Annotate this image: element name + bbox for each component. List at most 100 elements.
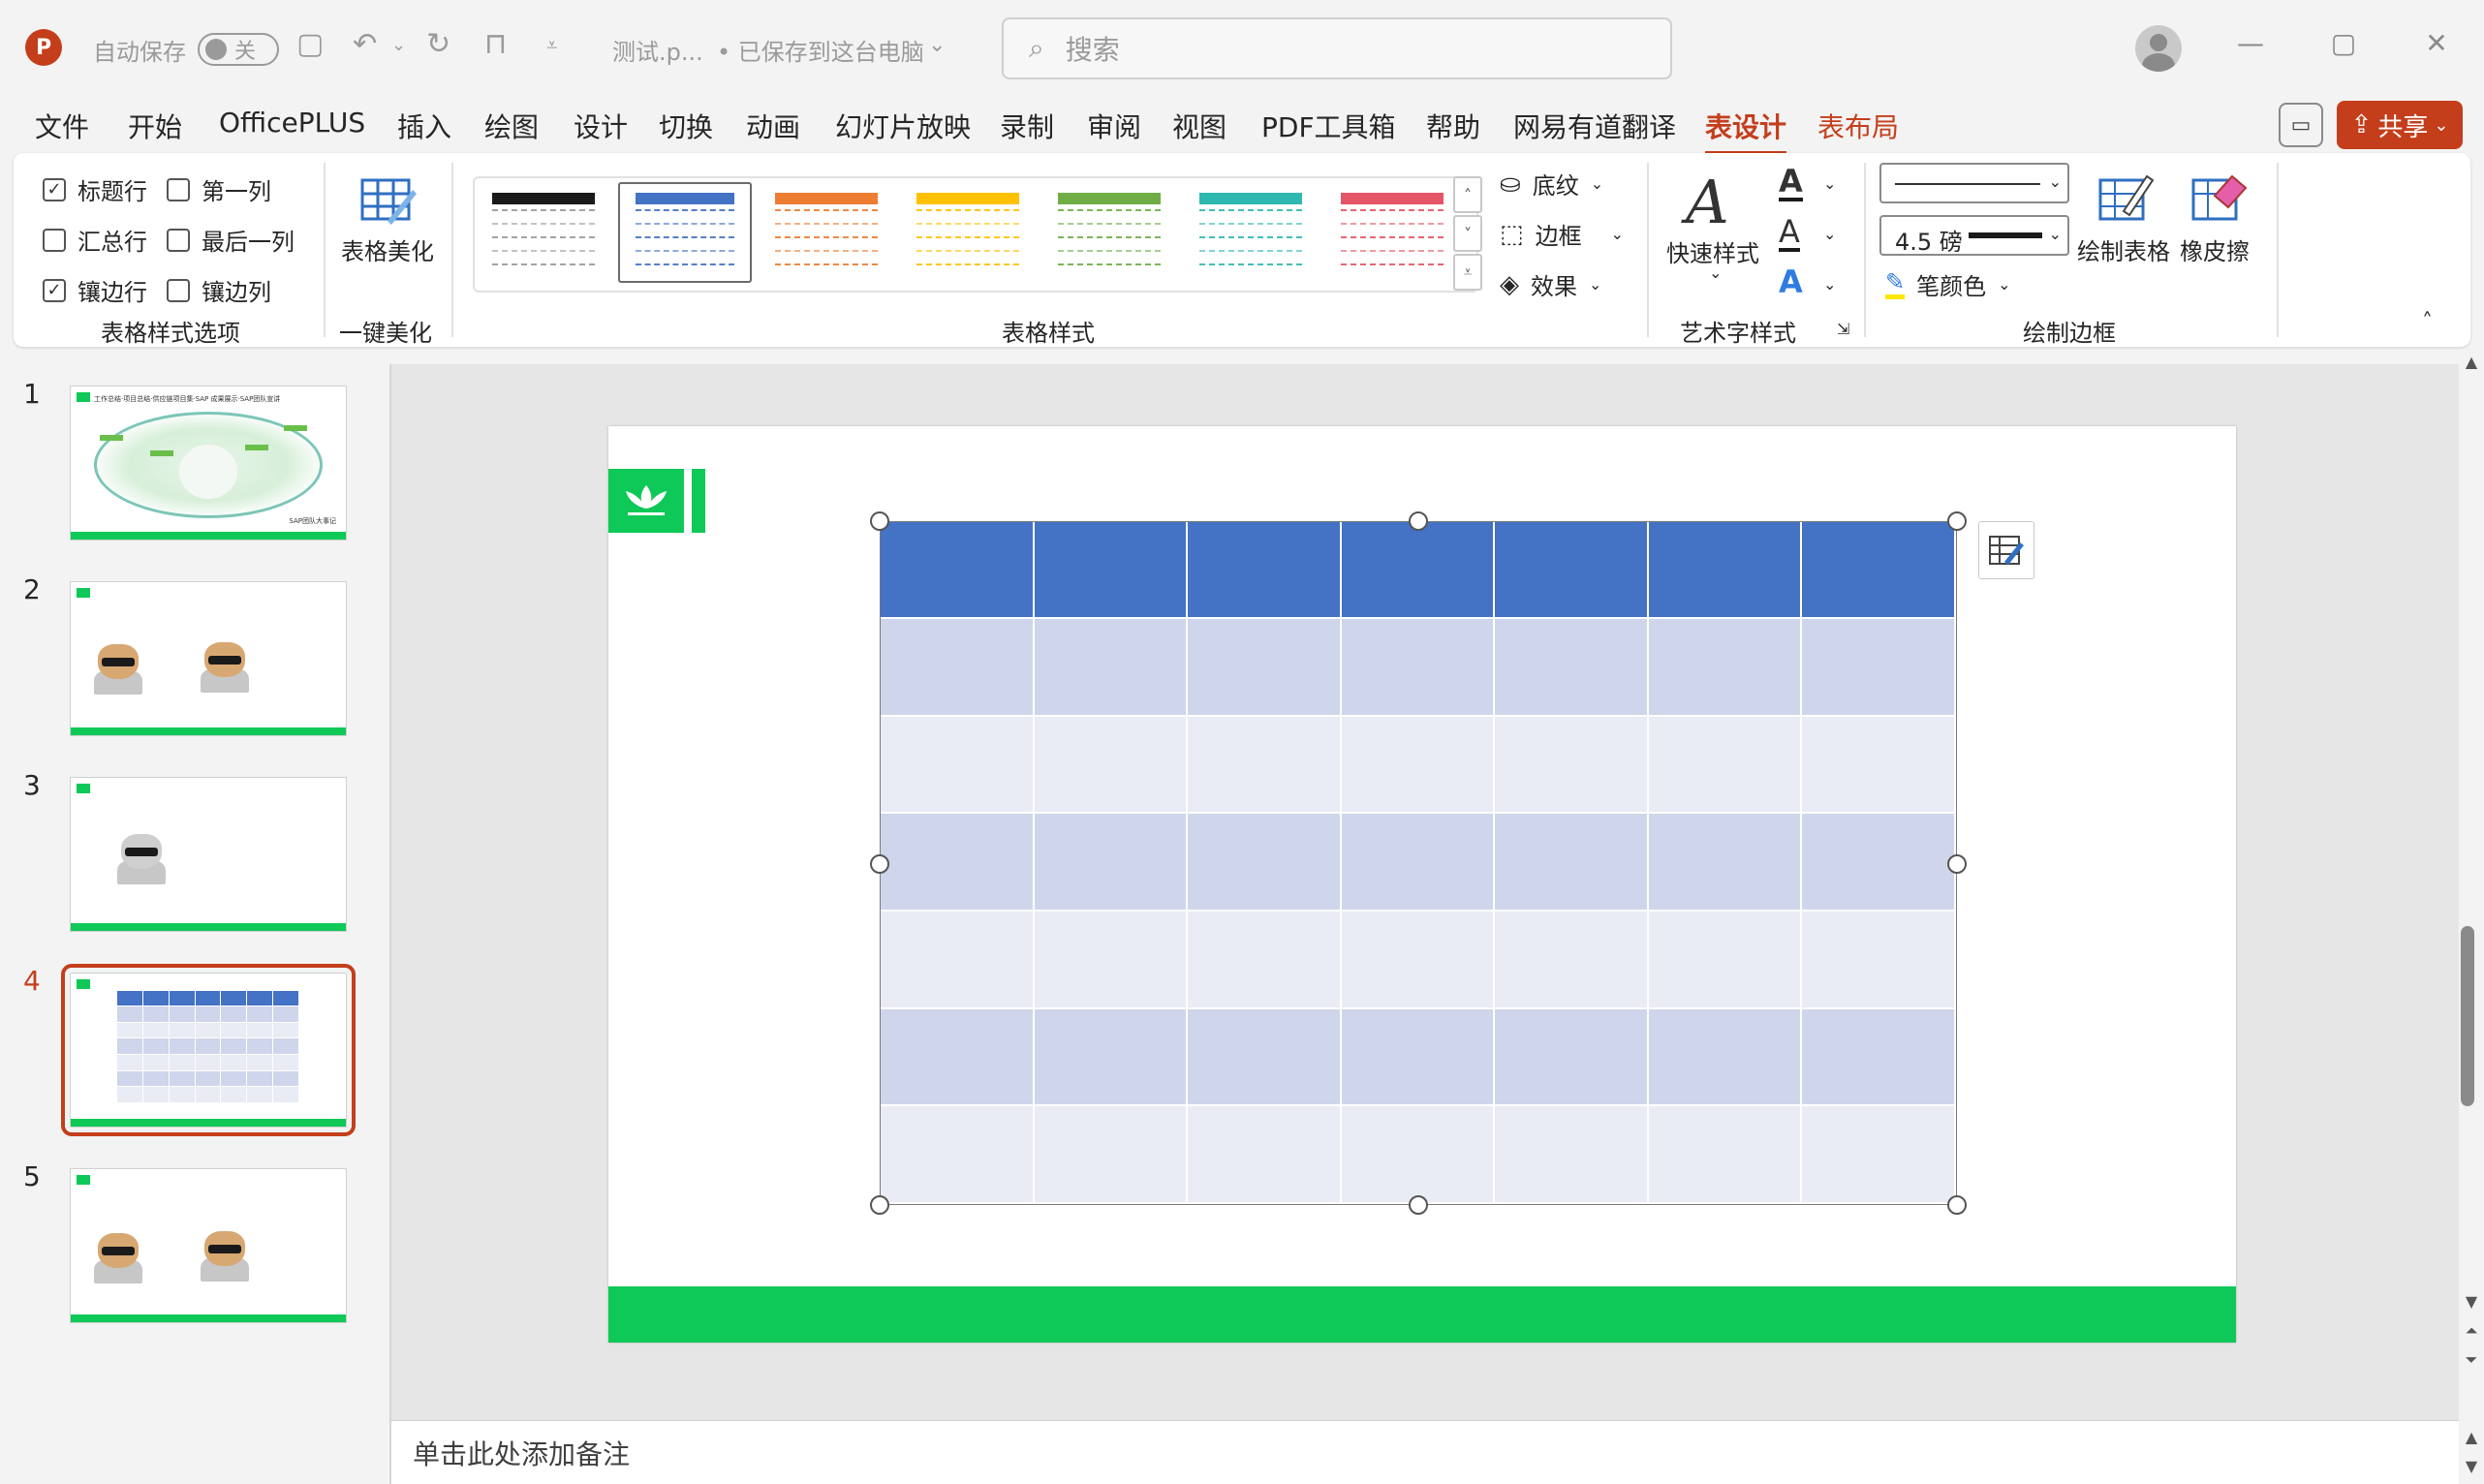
- table-cell[interactable]: [1034, 911, 1189, 1009]
- shading-button[interactable]: ⛀ 底纹 ⌄: [1500, 167, 1603, 201]
- tab-home[interactable]: 开始: [128, 107, 182, 145]
- checkbox-icon[interactable]: [167, 278, 190, 302]
- table-cell[interactable]: [881, 1008, 1035, 1107]
- table-cell[interactable]: [1802, 911, 1956, 1009]
- table-cell[interactable]: [1802, 522, 1956, 619]
- slide-thumbnail-1[interactable]: 工作总结·项目总结·供应链项目集·SAP 成果展示·SAP团队宣讲 SAP团队大…: [70, 386, 347, 541]
- table-cell[interactable]: [1802, 1106, 1956, 1204]
- table-cell[interactable]: [1034, 716, 1189, 815]
- table-cell[interactable]: [1495, 814, 1649, 912]
- next-slide-icon[interactable]: ⏷: [2461, 1350, 2482, 1370]
- effects-button[interactable]: ◈ 效果 ⌄: [1500, 267, 1601, 301]
- eraser-button[interactable]: 橡皮擦: [2180, 167, 2257, 273]
- gallery-more-icon[interactable]: ⩡: [1453, 254, 1482, 291]
- header-row-option[interactable]: ✓ 标题行: [43, 172, 147, 206]
- first-column-option[interactable]: 第一列: [167, 172, 271, 206]
- table-cell[interactable]: [1495, 1106, 1649, 1204]
- total-row-option[interactable]: 汇总行: [43, 223, 147, 257]
- table-cell[interactable]: [1648, 814, 1803, 912]
- slide-thumbnail-2[interactable]: [70, 581, 347, 736]
- table-cell[interactable]: [1802, 814, 1956, 912]
- search-input[interactable]: 搜索: [1066, 29, 1120, 68]
- pen-weight-select[interactable]: 4.5 磅 ⌄: [1879, 215, 2069, 256]
- resize-handle-bottom-right[interactable]: [1947, 1195, 1967, 1215]
- present-icon[interactable]: ⊓: [484, 27, 507, 61]
- checkbox-icon[interactable]: [43, 228, 66, 252]
- tab-slideshow[interactable]: 幻灯片放映: [835, 107, 971, 145]
- close-icon[interactable]: ✕: [2412, 27, 2461, 59]
- table-cell[interactable]: [1495, 619, 1649, 717]
- table-cell[interactable]: [1648, 716, 1803, 815]
- avatar[interactable]: [2135, 25, 2182, 72]
- table-cell[interactable]: [1034, 814, 1189, 912]
- notes-scroll-up-icon[interactable]: ▲: [2461, 1428, 2482, 1446]
- table-cell[interactable]: [1495, 1008, 1649, 1107]
- chevron-down-icon[interactable]: ⌄: [1823, 174, 1836, 193]
- table-style-swatch[interactable]: [1184, 182, 1318, 283]
- share-button[interactable]: ⇪ 共享 ⌄: [2337, 101, 2463, 149]
- comments-button[interactable]: ▭: [2279, 103, 2323, 147]
- chevron-down-icon[interactable]: ⌄: [1823, 225, 1836, 243]
- text-fill-icon[interactable]: A: [1779, 165, 1803, 201]
- vertical-scrollbar[interactable]: [2459, 364, 2484, 1484]
- table-cell[interactable]: [1495, 911, 1649, 1009]
- save-status[interactable]: • 已保存到这台电脑: [717, 33, 924, 67]
- table-cell[interactable]: [1188, 522, 1342, 619]
- tab-animations[interactable]: 动画: [746, 107, 800, 145]
- tab-table-design[interactable]: 表设计: [1705, 107, 1787, 155]
- checkbox-icon[interactable]: [167, 228, 190, 252]
- table-cell[interactable]: [1341, 1008, 1496, 1107]
- text-effects-icon[interactable]: A: [1779, 265, 1803, 298]
- table-cell[interactable]: [1188, 716, 1342, 815]
- resize-handle-top-left[interactable]: [870, 511, 889, 531]
- chevron-down-icon[interactable]: ⌄: [1823, 275, 1836, 294]
- undo-dropdown-icon[interactable]: ⌄: [391, 35, 406, 55]
- last-column-option[interactable]: 最后一列: [167, 223, 295, 257]
- resize-handle-bottom[interactable]: [1409, 1195, 1428, 1215]
- maximize-icon[interactable]: ▢: [2319, 27, 2368, 59]
- slide-thumbnail-5[interactable]: [70, 1168, 347, 1323]
- pen-color-button[interactable]: ✎ 笔颜色 ⌄: [1885, 267, 2011, 301]
- table-cell[interactable]: [1802, 619, 1956, 717]
- minimize-icon[interactable]: —: [2226, 27, 2275, 59]
- redo-icon[interactable]: ↻: [426, 27, 450, 61]
- table-cell[interactable]: [1341, 911, 1496, 1009]
- checkbox-icon[interactable]: [167, 177, 190, 201]
- table-cell[interactable]: [881, 619, 1035, 717]
- tab-help[interactable]: 帮助: [1426, 107, 1480, 145]
- text-outline-icon[interactable]: A: [1779, 215, 1800, 252]
- borders-button[interactable]: ⬚ 边框 ⌄: [1500, 217, 1624, 251]
- table-style-swatch[interactable]: [760, 182, 893, 283]
- table-cell[interactable]: [1341, 522, 1496, 619]
- resize-handle-right[interactable]: [1947, 854, 1967, 874]
- draw-table-button[interactable]: 绘制表格: [2077, 167, 2174, 273]
- table-beautify-button[interactable]: 表格美化: [341, 167, 434, 273]
- resize-handle-bottom-left[interactable]: [870, 1195, 889, 1215]
- table-cell[interactable]: [1341, 814, 1496, 912]
- resize-handle-left[interactable]: [870, 854, 889, 874]
- table-style-swatch[interactable]: [901, 182, 1035, 283]
- table-cell[interactable]: [1188, 1106, 1342, 1204]
- quick-styles-button[interactable]: A 快速样式 ⌄: [1664, 167, 1771, 293]
- save-status-dropdown-icon[interactable]: ⌄: [928, 33, 946, 57]
- slide-thumbnail-4[interactable]: [61, 964, 356, 1136]
- slide-table[interactable]: [880, 521, 1957, 1205]
- table-cell[interactable]: [1341, 1106, 1496, 1204]
- table-cell[interactable]: [1495, 522, 1649, 619]
- table-cell[interactable]: [1034, 1106, 1189, 1204]
- table-style-swatch[interactable]: [477, 182, 610, 283]
- gallery-scroll-down-icon[interactable]: ˅: [1453, 215, 1482, 252]
- notes-pane[interactable]: 单击此处添加备注: [391, 1420, 2459, 1484]
- undo-icon[interactable]: ↶: [353, 27, 377, 61]
- table-cell[interactable]: [1802, 1008, 1956, 1107]
- scroll-down-icon[interactable]: ▼: [2461, 1292, 2482, 1311]
- tab-design[interactable]: 设计: [574, 107, 628, 145]
- table-cell[interactable]: [1341, 716, 1496, 815]
- table-cell[interactable]: [1034, 619, 1189, 717]
- checkbox-checked-icon[interactable]: ✓: [43, 177, 66, 201]
- table-cell[interactable]: [1648, 522, 1803, 619]
- table-cell[interactable]: [881, 522, 1035, 619]
- tab-review[interactable]: 审阅: [1087, 107, 1141, 145]
- tab-officeplus[interactable]: OfficePLUS: [219, 107, 365, 139]
- table-cell[interactable]: [1802, 716, 1956, 815]
